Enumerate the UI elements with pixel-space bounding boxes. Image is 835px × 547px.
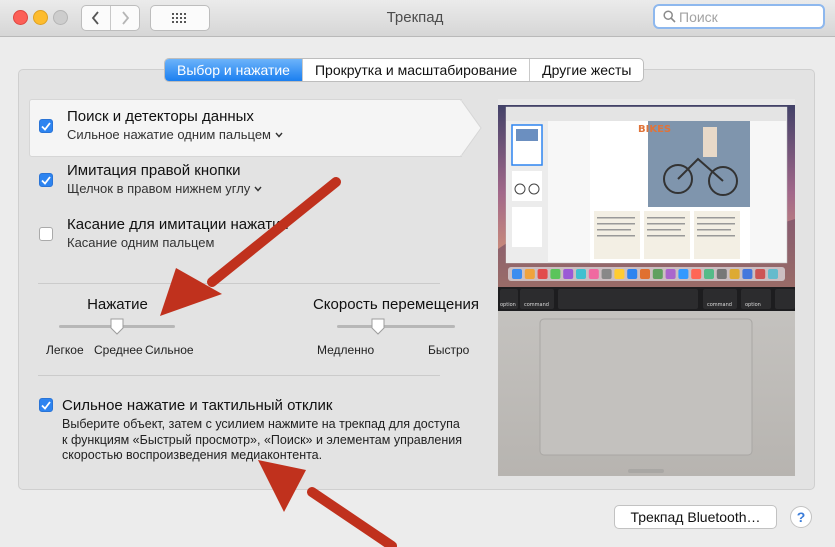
dock-app-icon [755, 269, 766, 279]
dock-app-icon [537, 269, 548, 279]
lookup-title: Поиск и детекторы данных [67, 108, 254, 125]
tracking-max-label: Быстро [428, 343, 470, 357]
lookup-checkbox[interactable] [39, 119, 53, 133]
forward-button[interactable] [110, 6, 139, 30]
window-title: Трекпад [386, 9, 444, 26]
divider [38, 283, 440, 284]
dock-app-icon [588, 269, 599, 279]
chevron-left-icon [91, 11, 99, 25]
dock-app-icon [729, 269, 740, 279]
tab-more-gestures[interactable]: Другие жесты [529, 59, 643, 81]
selection-pointer [460, 99, 482, 157]
checkmark-icon [41, 121, 51, 131]
tap-to-click-title: Касание для имитации нажатия [67, 216, 289, 233]
tracking-slider-label: Скорость перемещения [312, 296, 480, 313]
key-label-command-left: command [524, 302, 549, 308]
close-window-button[interactable] [13, 10, 28, 25]
title-bar: Трекпад [0, 0, 835, 37]
click-slider-label: Нажатие [87, 296, 148, 313]
dock-app-icon [768, 269, 778, 279]
chevron-right-icon [122, 11, 130, 25]
secondary-click-title: Имитация правой кнопки [67, 162, 241, 179]
click-slider-thumb[interactable] [110, 318, 124, 336]
tracking-slider-track[interactable] [337, 325, 455, 328]
dock-app-icon [627, 269, 638, 279]
tab-scroll-and-zoom[interactable]: Прокрутка и масштабирование [301, 59, 529, 81]
key-label-option-right: option [745, 302, 761, 308]
tab-point-and-click[interactable]: Выбор и нажатие [165, 59, 302, 81]
setup-bluetooth-trackpad-button[interactable]: Трекпад Bluetooth… [614, 505, 777, 529]
force-click-title: Сильное нажатие и тактильный отклик [62, 397, 333, 414]
dock-app-icon [691, 269, 702, 279]
dock-app-icon [652, 269, 663, 279]
fullscreen-window-button[interactable] [53, 10, 68, 25]
grid-icon [172, 13, 186, 23]
gesture-preview-video: BIKES option command command option [498, 99, 795, 476]
dock-app-icon [550, 269, 561, 279]
secondary-click-value: Щелчок в правом нижнем углу [67, 181, 251, 196]
tracking-min-label: Медленно [317, 343, 375, 357]
search-input[interactable] [679, 8, 819, 26]
tab-bar: Выбор и нажатие Прокрутка и масштабирова… [164, 58, 645, 82]
tracking-slider-thumb[interactable] [371, 318, 385, 336]
minimize-window-button[interactable] [33, 10, 48, 25]
force-click-checkbox[interactable] [39, 398, 53, 412]
preview-illustration: BIKES option command command option [498, 99, 795, 476]
tap-to-click-checkbox[interactable] [39, 227, 53, 241]
checkmark-icon [41, 400, 51, 410]
dock-app-icon [704, 269, 714, 279]
dock-app-icon [512, 269, 522, 279]
help-button[interactable]: ? [790, 506, 812, 528]
dock-app-icon [563, 269, 574, 279]
dock-app-icon [614, 269, 625, 279]
force-click-description: Выберите объект, затем с усилием нажмите… [62, 417, 463, 462]
divider [38, 375, 440, 376]
tap-to-click-subtitle: Касание одним пальцем [67, 235, 215, 250]
lookup-gesture-value: Сильное нажатие одним пальцем [67, 127, 271, 142]
secondary-click-menu[interactable]: Щелчок в правом нижнем углу [67, 181, 262, 196]
click-tick-light: Легкое [46, 343, 84, 357]
dock-app-icon [742, 269, 753, 279]
secondary-click-checkbox[interactable] [39, 173, 53, 187]
checkmark-icon [41, 175, 51, 185]
show-all-button[interactable] [150, 5, 210, 31]
key-label-option-left: option [500, 302, 516, 308]
search-icon [663, 10, 676, 23]
lookup-gesture-menu[interactable]: Сильное нажатие одним пальцем [67, 127, 283, 142]
dock-app-icon [716, 269, 727, 279]
preview-doc-title: BIKES [638, 124, 671, 135]
dock-app-icon [601, 269, 612, 279]
dock-app-icon [524, 269, 535, 279]
dock-app-icon [576, 269, 586, 279]
click-tick-medium: Среднее [94, 343, 143, 357]
dock-app-icon [665, 269, 676, 279]
dock-app-icon [640, 269, 650, 279]
key-label-command-right: command [707, 302, 732, 308]
click-tick-firm: Сильное [145, 343, 194, 357]
chevron-down-icon [254, 186, 262, 192]
back-button[interactable] [82, 6, 110, 30]
dock-app-icon [678, 269, 689, 279]
chevron-down-icon [275, 132, 283, 138]
navigation-buttons [81, 5, 140, 31]
search-field[interactable] [653, 4, 825, 29]
